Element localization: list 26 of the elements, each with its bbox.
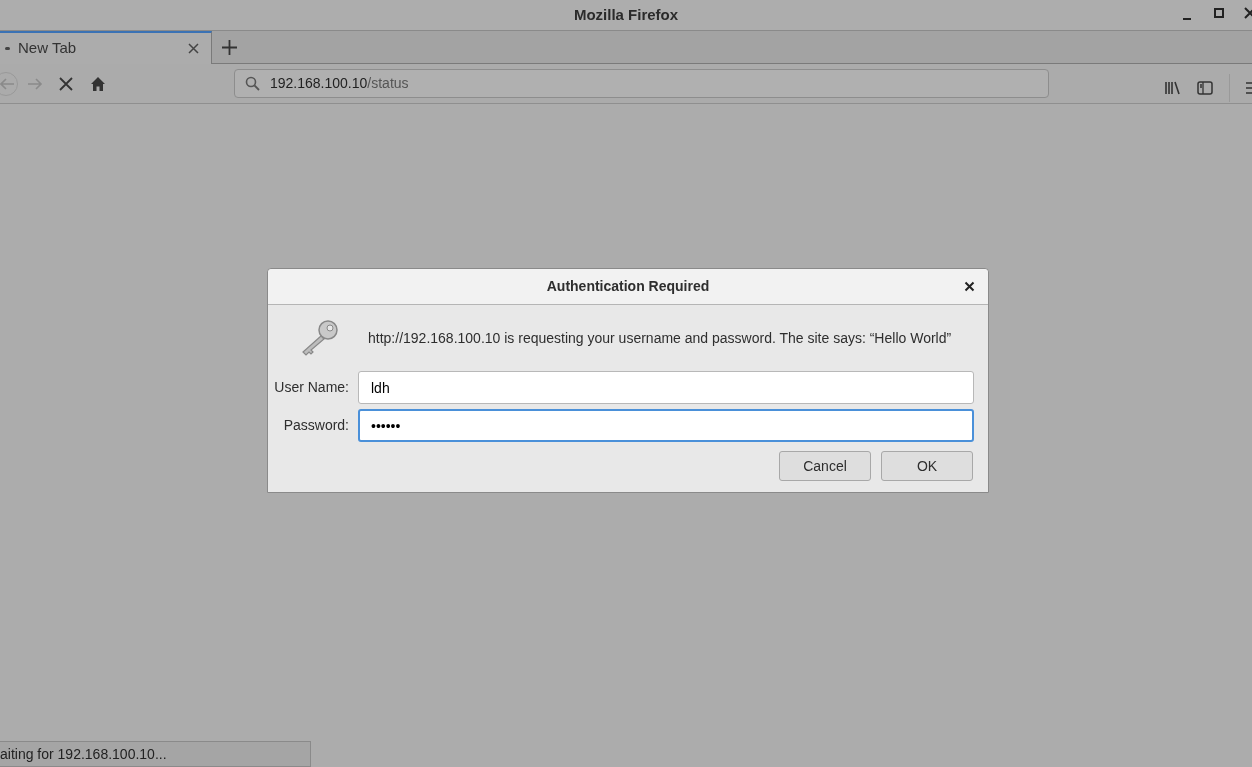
dialog-button[interactable]: OK [881,451,973,481]
dialog-button[interactable]: Cancel [779,451,871,481]
close-button[interactable] [964,281,975,292]
maximize-button[interactable] [1214,8,1224,18]
menu-icon[interactable] [1246,81,1252,95]
sidebar-icon[interactable] [1197,80,1213,96]
field-label: Password: [282,416,350,435]
window-title: Mozilla Firefox [573,4,679,25]
close-tab-icon[interactable] [188,43,199,54]
dialog-message: http://192.168.100.10 is requesting your username and password. The site says: “Hello World” [368,328,952,348]
address-bar[interactable]: 192.168.100.10/status [234,69,1049,98]
browser-tab[interactable]: New Tab [0,31,212,64]
status-text: aiting for 192.168.100.10... [0,741,311,767]
search-icon [245,76,260,91]
home-icon[interactable] [90,75,106,92]
url-text: 192.168.100.10/status [270,74,409,93]
tab-title: New Tab [18,38,78,59]
plus-icon [221,39,237,55]
input-field[interactable]: ldh [358,371,974,404]
field-label: User Name: [273,378,350,397]
stop-button[interactable] [58,75,74,92]
input-field[interactable]: •••••• [358,409,974,442]
key-icon [300,319,340,357]
library-icon[interactable] [1164,80,1181,96]
close-button[interactable] [1244,7,1252,19]
dialog-title: Authentication Required [546,277,710,296]
